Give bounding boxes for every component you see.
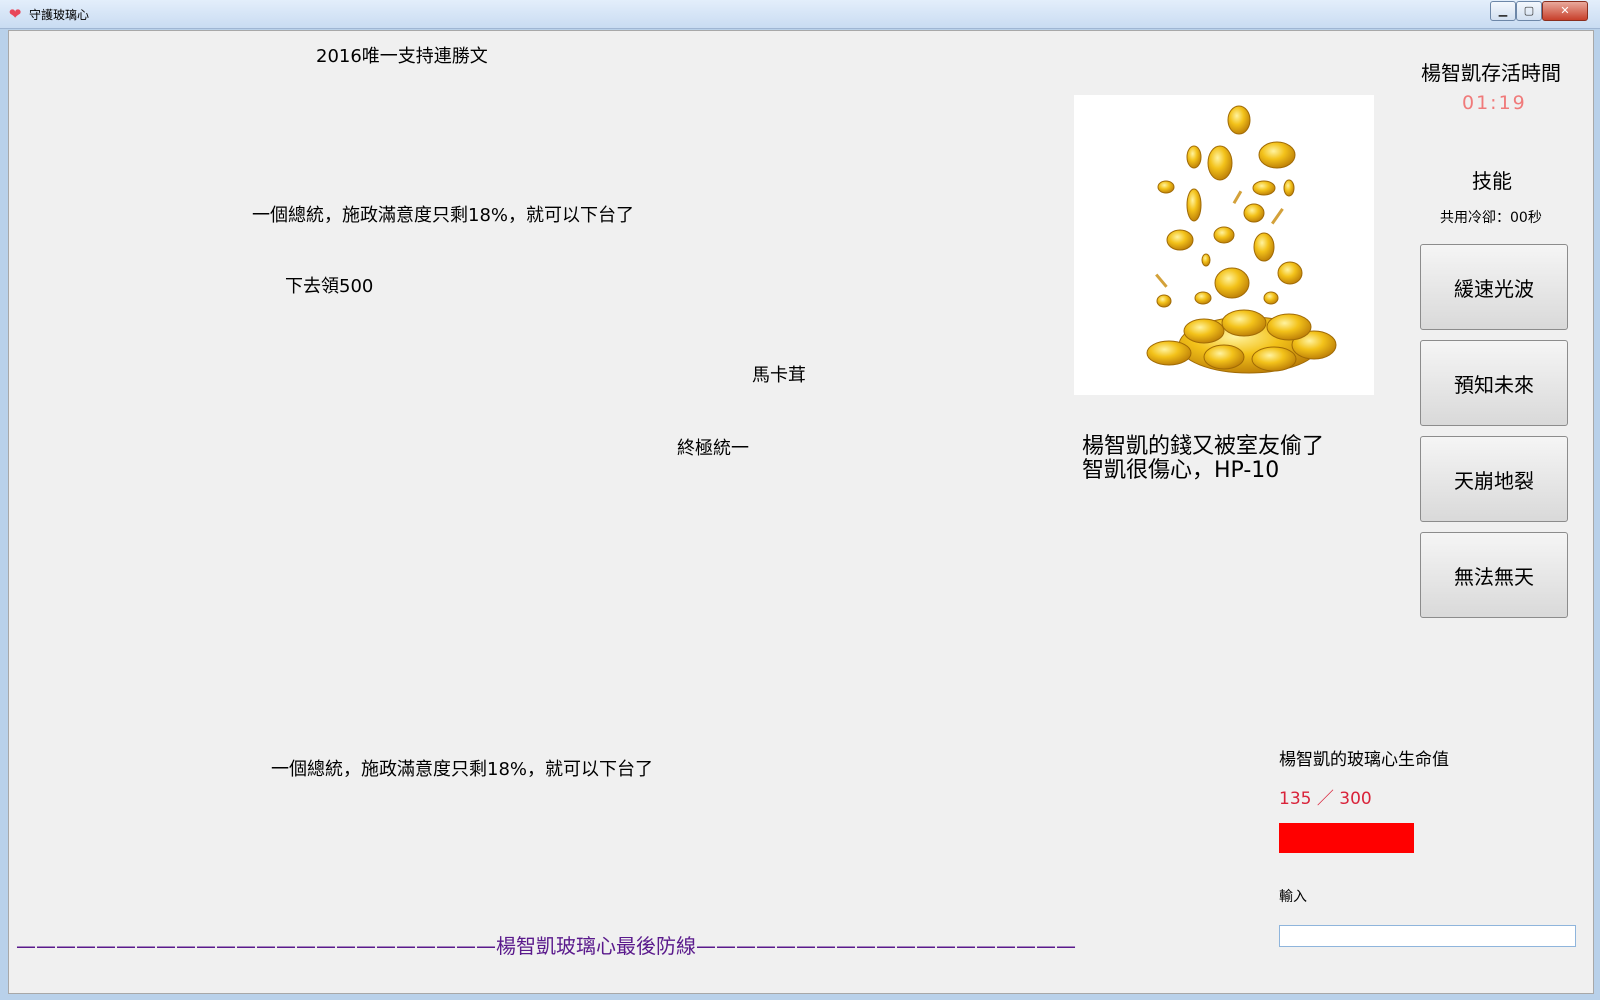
window-title: 守護玻璃心 xyxy=(29,8,90,22)
survival-time-value: 01:19 xyxy=(1462,92,1527,114)
skill-foresight-button[interactable]: 預知未來 xyxy=(1420,340,1568,426)
hp-bar xyxy=(1279,823,1579,853)
close-icon: ✕ xyxy=(1560,4,1570,17)
maximize-icon: ▢ xyxy=(1523,4,1535,17)
cooldown-text: 共用冷卻：00秒 xyxy=(1440,210,1542,226)
hp-title: 楊智凱的玻璃心生命值 xyxy=(1279,750,1449,770)
falling-text: 一個總統，施政滿意度只剩18%，就可以下台了 xyxy=(271,759,654,780)
minimize-button[interactable]: ▁ xyxy=(1490,1,1516,21)
skill-lawless-button[interactable]: 無法無天 xyxy=(1420,532,1568,618)
hp-value: 135 ／ 300 xyxy=(1279,789,1372,809)
hp-bar-fill xyxy=(1279,823,1414,853)
skills-title: 技能 xyxy=(1472,169,1512,193)
falling-text: 2016唯一支持連勝文 xyxy=(316,46,488,67)
falling-text: 馬卡茸 xyxy=(752,365,806,386)
falling-text: 一個總統，施政滿意度只剩18%，就可以下台了 xyxy=(252,205,635,226)
defense-line: ————————————————————————楊智凱玻璃心最後防線——————… xyxy=(16,934,1076,958)
skill-cataclysm-button[interactable]: 天崩地裂 xyxy=(1420,436,1568,522)
falling-text: 終極統一 xyxy=(677,438,749,459)
heart-icon: ❤ xyxy=(8,5,22,23)
minimize-icon: ▁ xyxy=(1498,4,1508,17)
input-label: 輸入 xyxy=(1279,889,1307,905)
survival-time-title: 楊智凱存活時間 xyxy=(1421,61,1561,85)
title-bar: ❤ 守護玻璃心 ▁ ▢ ✕ xyxy=(0,0,1600,29)
maximize-button[interactable]: ▢ xyxy=(1516,1,1542,21)
event-image xyxy=(1074,95,1374,395)
event-message: 楊智凱的錢又被室友偷了 智凱很傷心，HP-10 xyxy=(1082,434,1325,483)
falling-text: 下去領500 xyxy=(285,276,374,297)
close-button[interactable]: ✕ xyxy=(1542,1,1588,21)
skill-slow-wave-button[interactable]: 緩速光波 xyxy=(1420,244,1568,330)
answer-input[interactable] xyxy=(1279,925,1576,947)
gold-coins-icon xyxy=(1146,105,1337,374)
